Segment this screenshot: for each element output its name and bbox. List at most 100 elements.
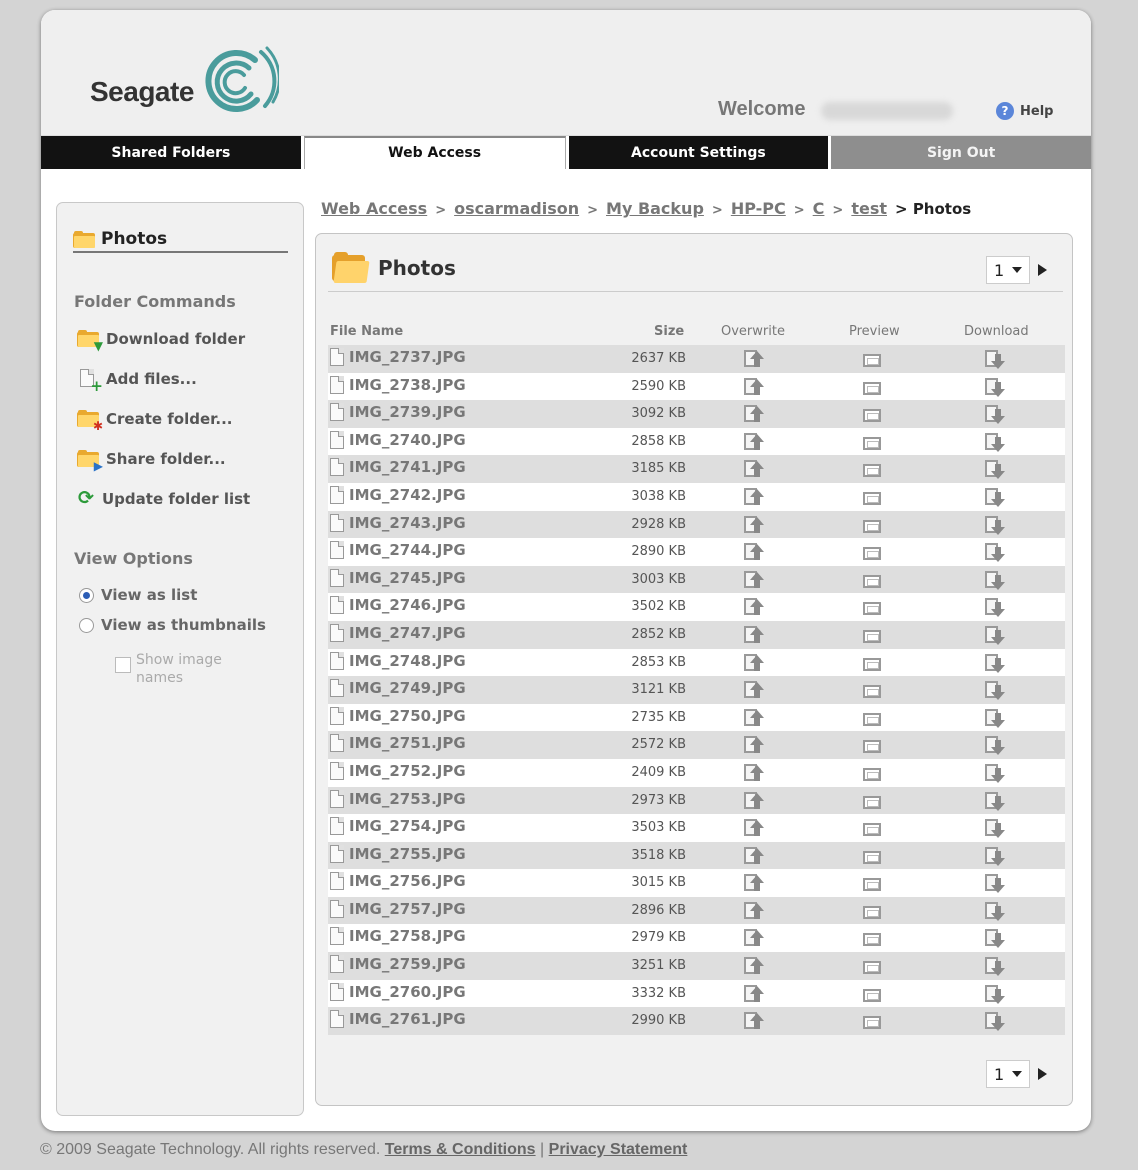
download-icon[interactable] (983, 349, 1005, 369)
preview-icon[interactable] (861, 791, 883, 811)
preview-icon[interactable] (861, 818, 883, 838)
file-name-link[interactable]: IMG_2746.JPG (330, 596, 466, 615)
download-folder-button[interactable]: ▼ Download folder (77, 328, 245, 352)
view-as-list-radio[interactable] (79, 587, 94, 603)
tab-sign-out[interactable]: Sign Out (831, 136, 1091, 169)
file-name-link[interactable]: IMG_2738.JPG (330, 375, 466, 394)
preview-icon[interactable] (861, 597, 883, 617)
preview-icon[interactable] (861, 1011, 883, 1031)
view-as-thumbnails-option[interactable]: View as thumbnails (79, 616, 266, 634)
overwrite-icon[interactable] (742, 984, 764, 1004)
show-image-names-option[interactable]: Show image names (115, 651, 246, 687)
preview-icon[interactable] (861, 708, 883, 728)
breadcrumb-link-web-access[interactable]: Web Access (321, 199, 427, 218)
file-name-link[interactable]: IMG_2739.JPG (330, 403, 466, 422)
file-name-link[interactable]: IMG_2756.JPG (330, 872, 466, 891)
file-name-link[interactable]: IMG_2749.JPG (330, 679, 466, 698)
help-link[interactable]: ? Help (996, 102, 1053, 120)
overwrite-icon[interactable] (742, 653, 764, 673)
overwrite-icon[interactable] (742, 680, 764, 700)
preview-icon[interactable] (861, 487, 883, 507)
overwrite-icon[interactable] (742, 487, 764, 507)
view-as-thumbnails-radio[interactable] (79, 617, 94, 633)
file-name-link[interactable]: IMG_2753.JPG (330, 789, 466, 808)
preview-icon[interactable] (861, 377, 883, 397)
overwrite-icon[interactable] (742, 873, 764, 893)
preview-icon[interactable] (861, 349, 883, 369)
download-icon[interactable] (983, 625, 1005, 645)
overwrite-icon[interactable] (742, 928, 764, 948)
preview-icon[interactable] (861, 928, 883, 948)
download-icon[interactable] (983, 791, 1005, 811)
preview-icon[interactable] (861, 846, 883, 866)
download-icon[interactable] (983, 680, 1005, 701)
file-name-link[interactable]: IMG_2747.JPG (330, 623, 466, 642)
preview-icon[interactable] (861, 680, 883, 700)
preview-icon[interactable] (861, 625, 883, 645)
preview-icon[interactable] (861, 515, 883, 535)
preview-icon[interactable] (861, 653, 883, 673)
terms-link[interactable]: Terms & Conditions (385, 1141, 536, 1158)
overwrite-icon[interactable] (742, 791, 764, 811)
file-name-link[interactable]: IMG_2737.JPG (330, 348, 466, 366)
file-name-link[interactable]: IMG_2760.JPG (330, 982, 466, 1001)
overwrite-icon[interactable] (742, 377, 764, 397)
next-page-icon[interactable] (1038, 1068, 1047, 1080)
overwrite-icon[interactable] (742, 515, 764, 535)
download-icon[interactable] (983, 735, 1005, 756)
breadcrumb-link-user[interactable]: oscarmadison (454, 199, 579, 218)
file-name-link[interactable]: IMG_2741.JPG (330, 458, 466, 477)
download-icon[interactable] (983, 901, 1005, 921)
download-icon[interactable] (983, 404, 1005, 425)
file-name-link[interactable]: IMG_2748.JPG (330, 651, 466, 670)
download-icon[interactable] (983, 432, 1005, 452)
file-name-link[interactable]: IMG_2752.JPG (330, 761, 466, 780)
download-icon[interactable] (983, 846, 1005, 866)
view-as-list-option[interactable]: View as list (79, 586, 197, 604)
file-name-link[interactable]: IMG_2755.JPG (330, 844, 466, 863)
overwrite-icon[interactable] (742, 432, 764, 452)
download-icon[interactable] (983, 984, 1005, 1004)
file-name-link[interactable]: IMG_2757.JPG (330, 899, 466, 918)
download-icon[interactable] (983, 956, 1005, 977)
download-icon[interactable] (983, 459, 1005, 480)
download-icon[interactable] (983, 653, 1005, 673)
download-icon[interactable] (983, 708, 1005, 728)
overwrite-icon[interactable] (742, 625, 764, 645)
tab-web-access[interactable]: Web Access (303, 136, 566, 169)
file-name-link[interactable]: IMG_2742.JPG (330, 485, 466, 504)
overwrite-icon[interactable] (742, 708, 764, 728)
file-name-link[interactable]: IMG_2759.JPG (330, 955, 466, 974)
download-icon[interactable] (983, 487, 1005, 507)
file-name-link[interactable]: IMG_2750.JPG (330, 706, 466, 725)
share-folder-button[interactable]: ▶ Share folder... (77, 448, 226, 472)
download-icon[interactable] (983, 873, 1005, 894)
create-folder-button[interactable]: ✱ Create folder... (77, 408, 233, 432)
download-icon[interactable] (983, 928, 1005, 949)
download-icon[interactable] (983, 542, 1005, 563)
file-name-link[interactable]: IMG_2745.JPG (330, 568, 466, 587)
preview-icon[interactable] (861, 459, 883, 479)
download-icon[interactable] (983, 597, 1005, 618)
download-icon[interactable] (983, 377, 1005, 397)
download-icon[interactable] (983, 1011, 1005, 1032)
preview-icon[interactable] (861, 984, 883, 1004)
page-select[interactable]: 1 (986, 1060, 1030, 1088)
preview-icon[interactable] (861, 735, 883, 755)
download-icon[interactable] (983, 570, 1005, 590)
overwrite-icon[interactable] (742, 735, 764, 755)
file-name-link[interactable]: IMG_2754.JPG (330, 817, 466, 836)
file-name-link[interactable]: IMG_2758.JPG (330, 927, 466, 946)
download-icon[interactable] (983, 515, 1005, 535)
breadcrumb-link-hp-pc[interactable]: HP-PC (731, 199, 786, 218)
overwrite-icon[interactable] (742, 956, 764, 976)
next-page-icon[interactable] (1038, 264, 1047, 276)
show-image-names-checkbox[interactable] (115, 657, 131, 673)
tab-shared-folders[interactable]: Shared Folders (41, 136, 301, 169)
overwrite-icon[interactable] (742, 459, 764, 479)
add-files-button[interactable]: + Add files... (77, 368, 197, 394)
overwrite-icon[interactable] (742, 404, 764, 424)
preview-icon[interactable] (861, 873, 883, 893)
file-name-link[interactable]: IMG_2740.JPG (330, 430, 466, 449)
privacy-link[interactable]: Privacy Statement (549, 1141, 688, 1158)
